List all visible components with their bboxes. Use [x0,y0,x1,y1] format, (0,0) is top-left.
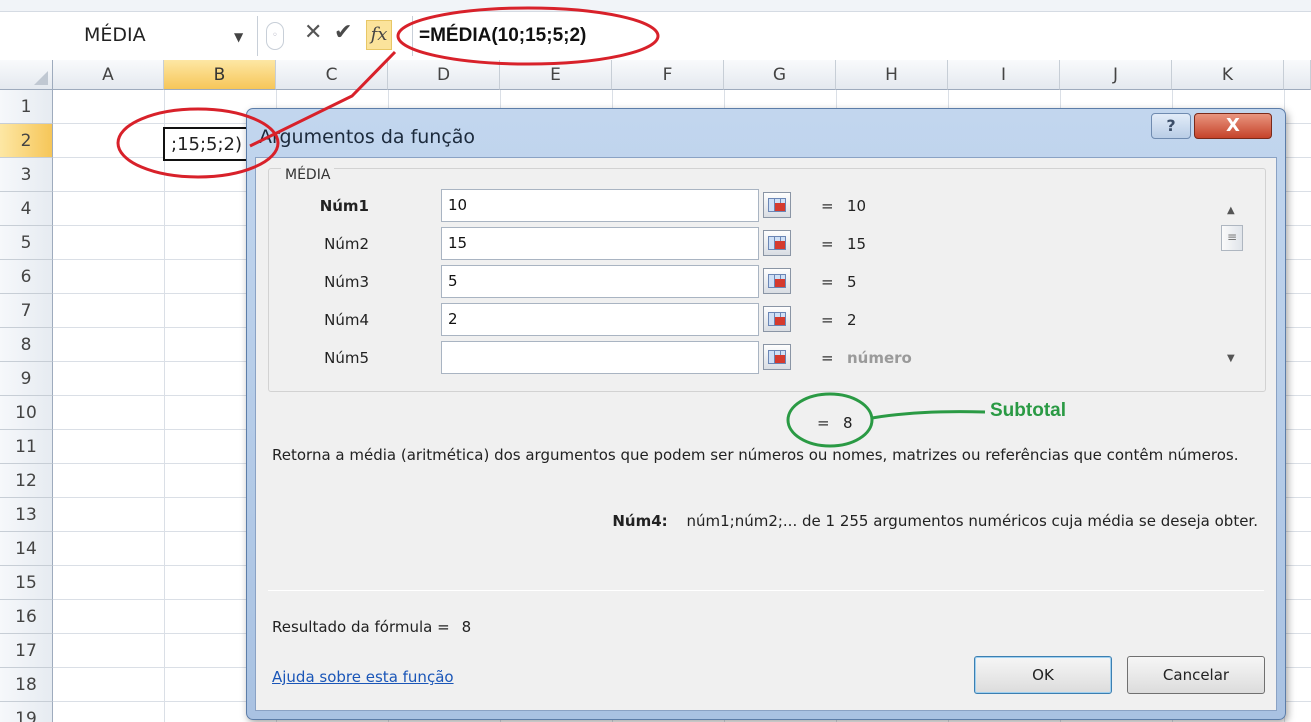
insert-function-icon[interactable]: fx [366,20,392,50]
arguments-group: MÉDIA Núm1 10 = 10 Núm2 15 = 15 Núm3 5 = 5 Núm4 2 = 2 Nú… [268,167,1266,392]
formula-result: Resultado da fórmula = 8 [272,618,471,636]
result-label: Resultado da fórmula = [272,618,450,636]
grip-icon[interactable]: ◦ [266,22,284,50]
argument-result: 2 [847,311,857,329]
column-header-i[interactable]: I [948,60,1060,90]
row-header-12[interactable]: 12 [0,464,53,498]
column-header-a[interactable]: A [53,60,164,90]
argument-row: Núm3 5 = 5 [269,265,1209,299]
row-header-4[interactable]: 4 [0,192,53,226]
argument-help-text: núm1;núm2;... de 1 255 argumentos numéri… [686,512,1258,530]
argument-row: Núm2 15 = 15 [269,227,1209,261]
row-header-14[interactable]: 14 [0,532,53,566]
argument-label: Núm3 [324,273,369,291]
argument-equals: = [821,273,834,291]
name-box-value: MÉDIA [84,24,146,46]
help-link[interactable]: Ajuda sobre esta função [272,668,454,686]
formula-bar: MÉDIA ▼ ◦ ✕ ✔ fx =MÉDIA(10;15;5;2) [0,0,1311,60]
column-header-filler [1284,60,1311,90]
scroll-up-icon[interactable]: ▲ [1227,205,1235,216]
column-header-k[interactable]: K [1172,60,1284,90]
scroll-thumb[interactable]: ≡ [1221,225,1243,251]
row-header-1[interactable]: 1 [0,90,53,124]
row-header-13[interactable]: 13 [0,498,53,532]
collapse-dialog-icon[interactable] [763,306,791,332]
row-header-5[interactable]: 5 [0,226,53,260]
row-header-7[interactable]: 7 [0,294,53,328]
row-header-16[interactable]: 16 [0,600,53,634]
argument-label: Núm4 [324,311,369,329]
row-header-8[interactable]: 8 [0,328,53,362]
cancel-button[interactable]: Cancelar [1127,656,1265,694]
help-button[interactable]: ? [1151,113,1191,139]
row-header-3[interactable]: 3 [0,158,53,192]
row-header-19[interactable]: 19 [0,702,53,722]
argument-row: Núm4 2 = 2 [269,303,1209,337]
dialog-body: MÉDIA Núm1 10 = 10 Núm2 15 = 15 Núm3 5 = 5 Núm4 2 = 2 Nú… [255,157,1277,711]
dialog-title: Argumentos da função [259,126,476,148]
row-header-11[interactable]: 11 [0,430,53,464]
argument-equals: = [821,349,834,367]
row-header-10[interactable]: 10 [0,396,53,430]
row-header-9[interactable]: 9 [0,362,53,396]
column-header-d[interactable]: D [388,60,500,90]
cancel-x-icon[interactable]: ✕ [304,20,322,45]
row-header-17[interactable]: 17 [0,634,53,668]
column-header-c[interactable]: C [276,60,388,90]
collapse-dialog-icon[interactable] [763,192,791,218]
collapse-dialog-icon[interactable] [763,230,791,256]
argument-result: 5 [847,273,857,291]
ok-button[interactable]: OK [974,656,1112,694]
row-header-6[interactable]: 6 [0,260,53,294]
argument-input-1[interactable]: 10 [441,189,759,222]
dropdown-arrow-icon[interactable]: ▼ [234,30,243,44]
subtotal-equals: = [817,414,830,432]
argument-help: Núm4: núm1;núm2;... de 1 255 argumentos … [612,512,1258,530]
select-all-corner[interactable] [0,60,53,90]
arguments-scrollbar[interactable]: ▲ ≡ ▼ [1219,199,1245,375]
formula-buttons: ◦ ✕ ✔ fx [262,18,400,54]
argument-help-name: Núm4: [612,512,668,530]
argument-result: 10 [847,197,867,215]
ribbon-edge [0,0,1311,12]
argument-result: 15 [847,235,867,253]
formula-text: =MÉDIA(10;15;5;2) [419,25,587,46]
collapse-dialog-icon[interactable] [763,344,791,370]
argument-result: número [847,349,912,367]
argument-equals: = [821,197,834,215]
argument-label: Núm5 [324,349,369,367]
divider [268,590,1264,591]
column-header-g[interactable]: G [724,60,836,90]
column-header-e[interactable]: E [500,60,612,90]
argument-row: Núm5 = número [269,341,1209,375]
column-header-b[interactable]: B [164,60,276,90]
argument-input-3[interactable]: 5 [441,265,759,298]
column-header-j[interactable]: J [1060,60,1172,90]
result-value: 8 [461,618,472,636]
argument-label: Núm2 [324,235,369,253]
function-name: MÉDIA [281,167,335,183]
row-header-18[interactable]: 18 [0,668,53,702]
enter-check-icon[interactable]: ✔ [334,20,352,45]
argument-input-5[interactable] [441,341,759,374]
row-header-15[interactable]: 15 [0,566,53,600]
argument-input-2[interactable]: 15 [441,227,759,260]
argument-label: Núm1 [319,197,369,215]
row-header-2[interactable]: 2 [0,124,53,158]
active-cell-text: ;15;5;2) [171,134,243,155]
argument-row: Núm1 10 = 10 [269,189,1209,223]
close-button[interactable]: X [1194,113,1272,139]
scroll-down-icon[interactable]: ▼ [1227,353,1235,364]
function-arguments-dialog: Argumentos da função ? X MÉDIA Núm1 10 = 10… [246,108,1286,720]
argument-input-4[interactable]: 2 [441,303,759,336]
argument-equals: = [821,311,834,329]
name-box[interactable]: MÉDIA ▼ [0,16,258,56]
collapse-dialog-icon[interactable] [763,268,791,294]
formula-input[interactable]: =MÉDIA(10;15;5;2) [412,16,1311,56]
column-header-f[interactable]: F [612,60,724,90]
subtotal-value: 8 [843,414,853,432]
argument-equals: = [821,235,834,253]
column-header-h[interactable]: H [836,60,948,90]
function-description: Retorna a média (aritmética) dos argumen… [272,446,1239,464]
